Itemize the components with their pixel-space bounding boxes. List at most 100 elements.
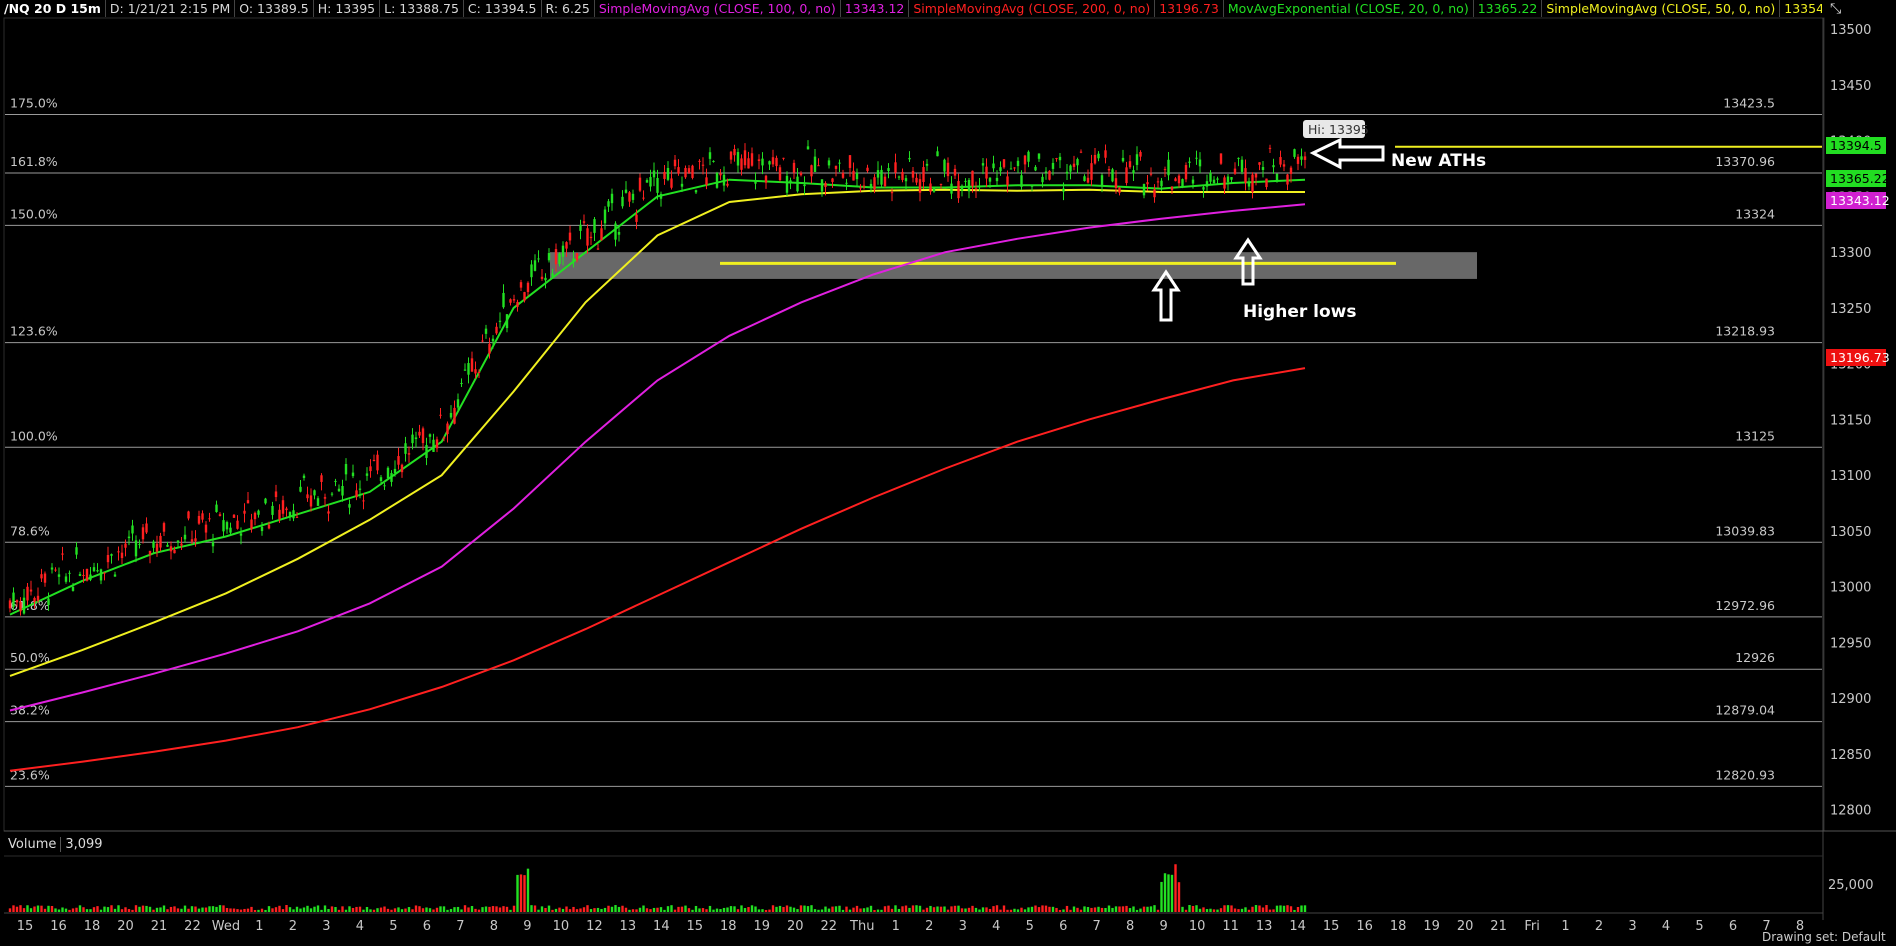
volume-bar [852, 907, 855, 912]
candle-body [362, 500, 365, 502]
candle-body [1181, 179, 1184, 188]
volume-bar [701, 908, 705, 912]
candle-body [579, 224, 582, 231]
candle-body [26, 586, 29, 601]
volume-bar [1100, 907, 1104, 912]
volume-bar [1090, 907, 1093, 912]
fib-percent-label: 175.0% [10, 95, 58, 110]
candle-body [995, 177, 999, 182]
candle-body [1303, 156, 1307, 160]
volume-bar [1258, 905, 1261, 912]
volume-bar [418, 906, 421, 912]
volume-bar [1125, 905, 1128, 912]
volume-bar [99, 909, 103, 912]
candle-body [925, 163, 929, 166]
candle-body [477, 372, 481, 374]
volume-bar [467, 907, 470, 912]
volume-bar [708, 905, 712, 912]
volume-bar [176, 908, 180, 912]
volume-bar [897, 908, 901, 912]
volume-bar [435, 907, 439, 912]
candle-body [831, 178, 834, 182]
price-chart[interactable]: 1350013450134001335013300132501320013150… [0, 0, 1896, 946]
volume-bar [138, 906, 141, 912]
volume-bar [295, 906, 299, 912]
candle-body [1125, 167, 1128, 184]
candle-body [19, 602, 22, 612]
volume-bar [225, 907, 229, 912]
volume-bar [712, 909, 715, 912]
candle-body [232, 514, 236, 518]
candle-body [295, 516, 299, 518]
candle-body [572, 258, 575, 263]
candle-body [1107, 168, 1111, 171]
volume-bar [1020, 907, 1023, 912]
volume-bar [806, 906, 810, 912]
candle-body [127, 536, 131, 539]
volume-bar [932, 907, 936, 912]
candle-body [1044, 171, 1048, 173]
volume-bar [778, 905, 782, 912]
candle-body [614, 223, 617, 240]
volume-bar [859, 908, 862, 912]
candle-body [236, 520, 239, 529]
candle-body [901, 171, 904, 180]
candle-body [1058, 156, 1062, 161]
volume-bar [1254, 905, 1258, 912]
candle-body [785, 175, 789, 193]
candle-body [341, 485, 344, 496]
volume-bar [586, 905, 589, 912]
candle-body [855, 173, 859, 180]
candle-body [789, 180, 792, 184]
volume-bar [47, 905, 50, 912]
candle-body [845, 182, 848, 184]
candle-body [1062, 188, 1065, 192]
volume-bar [883, 906, 887, 912]
candle-body [449, 412, 453, 418]
volume-bar [278, 905, 281, 912]
volume-bar [572, 906, 575, 912]
volume-bar [470, 906, 474, 912]
volume-bar [57, 909, 61, 912]
candle-body [1100, 175, 1104, 187]
time-tick-label: 15 [687, 919, 704, 934]
volume-bar [414, 905, 418, 912]
volume-bar [1055, 907, 1058, 912]
candle-body [1156, 181, 1160, 183]
candle-body [593, 219, 596, 233]
candle-body [841, 172, 845, 178]
candle-body [176, 540, 180, 543]
time-tick-label: 8 [490, 919, 498, 934]
candle-body [148, 550, 152, 555]
candle-body [194, 538, 197, 542]
candle-body [159, 535, 162, 548]
candle-body [974, 188, 978, 190]
time-tick-label: 7 [1093, 919, 1101, 934]
time-tick-label: 13 [620, 919, 637, 934]
volume-bar [12, 905, 15, 912]
candle-body [1251, 174, 1254, 193]
drawing-set-status[interactable]: Drawing set: Default [1762, 930, 1886, 944]
volume-bar [127, 909, 131, 912]
time-tick-label: 22 [821, 919, 838, 934]
candle-body [257, 510, 260, 515]
volume-bar [260, 908, 264, 912]
price-tick-label: 13250 [1830, 302, 1871, 317]
candle-body [239, 533, 243, 536]
candle-body [558, 253, 561, 265]
volume-bar [1037, 907, 1041, 912]
volume-bar [771, 905, 775, 912]
candle-body [96, 570, 99, 572]
price-tick-label: 13150 [1830, 413, 1871, 428]
volume-bar [785, 905, 789, 912]
volume-bar [75, 907, 78, 912]
volume-bar [236, 909, 239, 912]
volume-bar [565, 906, 568, 912]
volume-bar [652, 907, 656, 912]
volume-bar [855, 905, 859, 912]
candle-body [1219, 153, 1223, 164]
candle-body [1244, 168, 1247, 183]
fib-price-label: 13039.83 [1715, 523, 1775, 538]
volume-bar [1041, 905, 1044, 912]
volume-bar [1132, 906, 1135, 912]
